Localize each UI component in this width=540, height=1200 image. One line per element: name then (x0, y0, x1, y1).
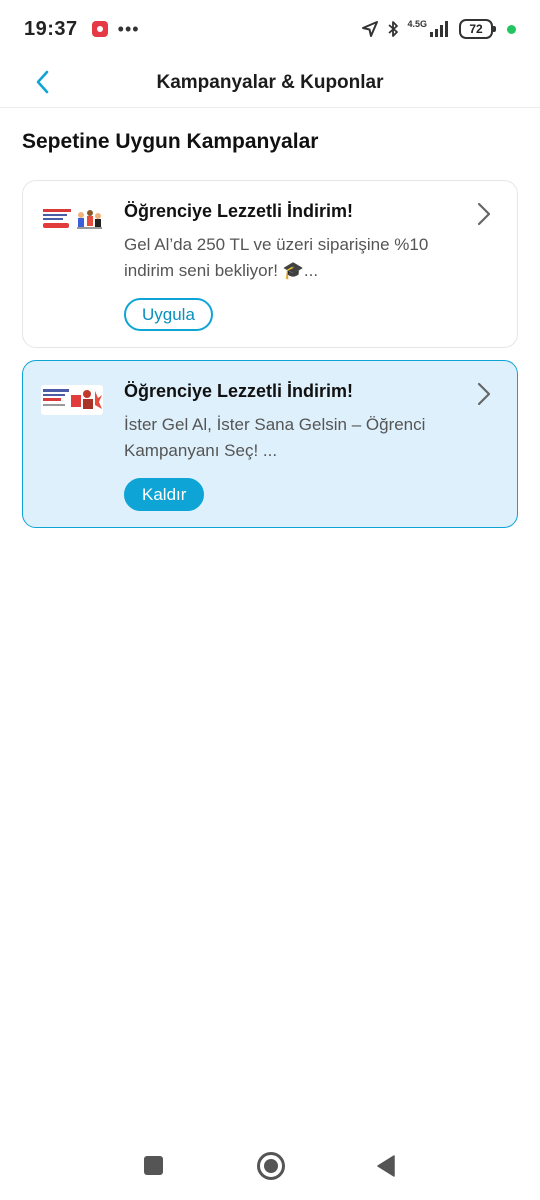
apply-button[interactable]: Uygula (124, 298, 213, 331)
campaign-banner-image (41, 205, 103, 235)
chevron-right-icon (477, 202, 491, 226)
location-icon (362, 21, 379, 37)
status-time: 19:37 (24, 17, 78, 40)
campaign-card-selected[interactable]: Öğrenciye Lezzetli İndirim! İster Gel Al… (22, 360, 518, 528)
home-icon[interactable] (257, 1152, 285, 1180)
chevron-left-icon (36, 70, 49, 94)
section-title: Sepetine Uygun Kampanyalar (22, 130, 319, 153)
remove-button[interactable]: Kaldır (124, 478, 205, 511)
bluetooth-icon (388, 21, 399, 37)
campaign-thumbnail (41, 385, 103, 415)
back-button[interactable] (24, 62, 60, 102)
notification-app-icon (91, 21, 108, 37)
battery-indicator: 72 (459, 19, 496, 39)
recent-apps-icon[interactable] (144, 1156, 163, 1175)
status-icons: 4.5G 72 (361, 19, 516, 39)
campaign-description: Gel Al’da 250 TL ve üzeri siparişine %10… (124, 235, 429, 280)
chevron-right-icon (477, 382, 491, 406)
system-nav-bar (0, 1136, 540, 1196)
campaign-title: Öğrenciye Lezzetli İndirim! (124, 201, 354, 221)
status-bar: 19:37 ••• 4.5G 72 (0, 0, 540, 58)
network-type-label: 4.5G (407, 18, 427, 29)
campaign-thumbnail (41, 205, 103, 235)
campaign-title: Öğrenciye Lezzetli İndirim! (124, 381, 354, 401)
campaign-card[interactable]: Öğrenciye Lezzetli İndirim! Gel Al’da 25… (22, 180, 518, 348)
campaign-description: İster Gel Al, İster Sana Gelsin – Öğrenc… (124, 415, 426, 460)
more-notifications-icon: ••• (117, 19, 140, 39)
campaign-banner-image (41, 385, 103, 415)
privacy-indicator-dot (507, 24, 516, 34)
back-triangle-icon[interactable] (376, 1154, 396, 1178)
signal-icon (430, 21, 448, 37)
page-title: Kampanyalar & Kuponlar (156, 71, 384, 93)
app-header: Kampanyalar & Kuponlar (0, 58, 540, 108)
